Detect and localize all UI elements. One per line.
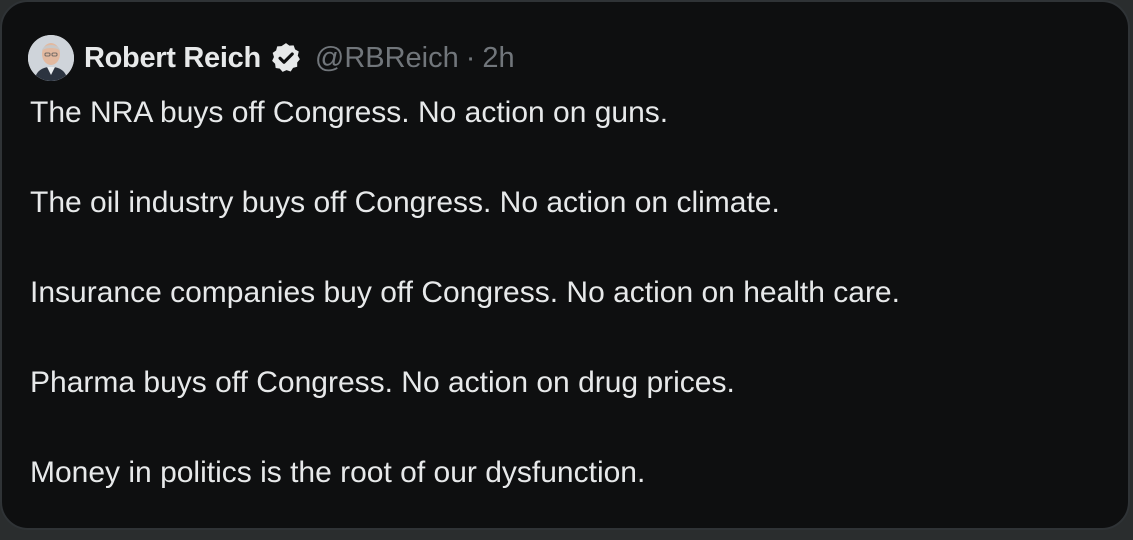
tweet-line: The oil industry buys off Congress. No a…	[30, 186, 780, 219]
tweet-line: Pharma buys off Congress. No action on d…	[30, 366, 735, 399]
author-handle[interactable]: @RBReich	[315, 42, 459, 75]
verified-badge-icon	[269, 41, 303, 75]
tweet-header: Robert Reich @RBReich · 2h	[28, 35, 515, 81]
author-name[interactable]: Robert Reich	[84, 42, 261, 75]
header-separator: ·	[465, 41, 476, 74]
quoted-tweet-card[interactable]: Robert Reich @RBReich · 2h The NRA buys …	[0, 0, 1130, 530]
avatar-image	[28, 35, 74, 81]
tweet-text: The NRA buys off Congress. No action on …	[30, 90, 1110, 540]
tweet-line: Money in politics is the root of our dys…	[30, 456, 646, 489]
tweet-timestamp[interactable]: 2h	[482, 42, 514, 75]
author-avatar[interactable]	[28, 35, 74, 81]
tweet-line: Insurance companies buy off Congress. No…	[30, 276, 900, 309]
tweet-line: The NRA buys off Congress. No action on …	[30, 96, 669, 129]
